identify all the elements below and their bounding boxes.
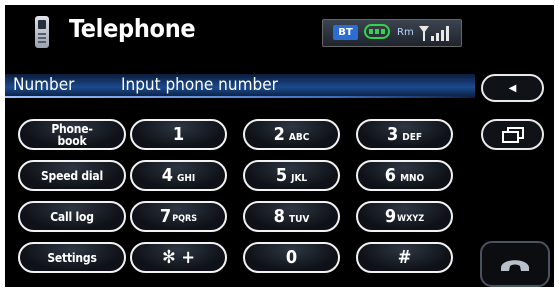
- key-letters: ABC: [288, 131, 310, 143]
- key-digit: 5: [275, 165, 288, 186]
- key-digit: 7: [159, 206, 172, 227]
- number-entry-bar: Number Input phone number: [5, 74, 475, 98]
- key-digit: 1: [172, 124, 185, 145]
- key-letters: JKL: [291, 172, 308, 184]
- key-7[interactable]: 7 PQRS: [130, 201, 227, 232]
- key-digit: 9: [384, 206, 397, 227]
- back-button[interactable]: ◀: [481, 74, 544, 102]
- key-letters: TUV: [288, 213, 310, 225]
- key-letters: PQRS: [172, 214, 198, 224]
- call-button[interactable]: [480, 241, 550, 287]
- left-arrow-icon: ◀: [508, 82, 517, 94]
- call-log-button[interactable]: Call log: [18, 201, 126, 232]
- handset-icon: [501, 260, 529, 271]
- key-8[interactable]: 8 TUV: [243, 201, 340, 232]
- key-letters: DEF: [402, 131, 423, 143]
- key-4[interactable]: 4 GHI: [130, 160, 227, 191]
- battery-icon: [364, 24, 390, 39]
- phonebook-label-line1: Phone-: [51, 121, 93, 136]
- key-letters: MNO: [400, 172, 425, 184]
- key-digit: 3: [386, 124, 399, 145]
- switch-screen-button[interactable]: [481, 119, 544, 150]
- key-star-plus[interactable]: ✻ +: [130, 242, 227, 273]
- key-3[interactable]: 3 DEF: [356, 119, 453, 150]
- key-digit: 6: [384, 165, 397, 186]
- key-1[interactable]: 1: [130, 119, 227, 150]
- speed-dial-button[interactable]: Speed dial: [18, 160, 126, 191]
- key-digit: 4: [161, 165, 173, 186]
- phone-number-field[interactable]: Input phone number: [121, 75, 461, 95]
- telephone-screen: Telephone BT Rm Number Input phone numbe…: [5, 5, 554, 287]
- key-5[interactable]: 5 JKL: [243, 160, 340, 191]
- key-digit: 8: [273, 206, 285, 227]
- key-digit: #: [397, 247, 412, 268]
- key-digit: ✻ +: [162, 247, 195, 268]
- key-letters: WXYZ: [397, 214, 425, 224]
- key-9[interactable]: 9 WXYZ: [356, 201, 453, 232]
- overlapping-windows-icon: [501, 126, 524, 143]
- phonebook-button[interactable]: Phone- book: [18, 119, 126, 150]
- phonebook-label-line2: book: [57, 133, 87, 148]
- key-6[interactable]: 6 MNO: [356, 160, 453, 191]
- key-hash[interactable]: #: [356, 242, 453, 273]
- page-title: Telephone: [69, 14, 196, 43]
- mobile-phone-icon: [35, 16, 49, 48]
- number-label: Number: [13, 75, 75, 95]
- key-letters: GHI: [177, 172, 196, 184]
- key-0[interactable]: 0: [243, 242, 340, 273]
- signal-strength-icon: [419, 26, 449, 41]
- key-digit: 0: [285, 247, 298, 268]
- settings-button[interactable]: Settings: [18, 242, 126, 273]
- bluetooth-badge: BT: [333, 25, 358, 40]
- key-2[interactable]: 2 ABC: [243, 119, 340, 150]
- phone-status-indicator: BT Rm: [322, 19, 462, 47]
- key-digit: 2: [273, 124, 285, 145]
- roaming-label: Rm: [397, 27, 414, 38]
